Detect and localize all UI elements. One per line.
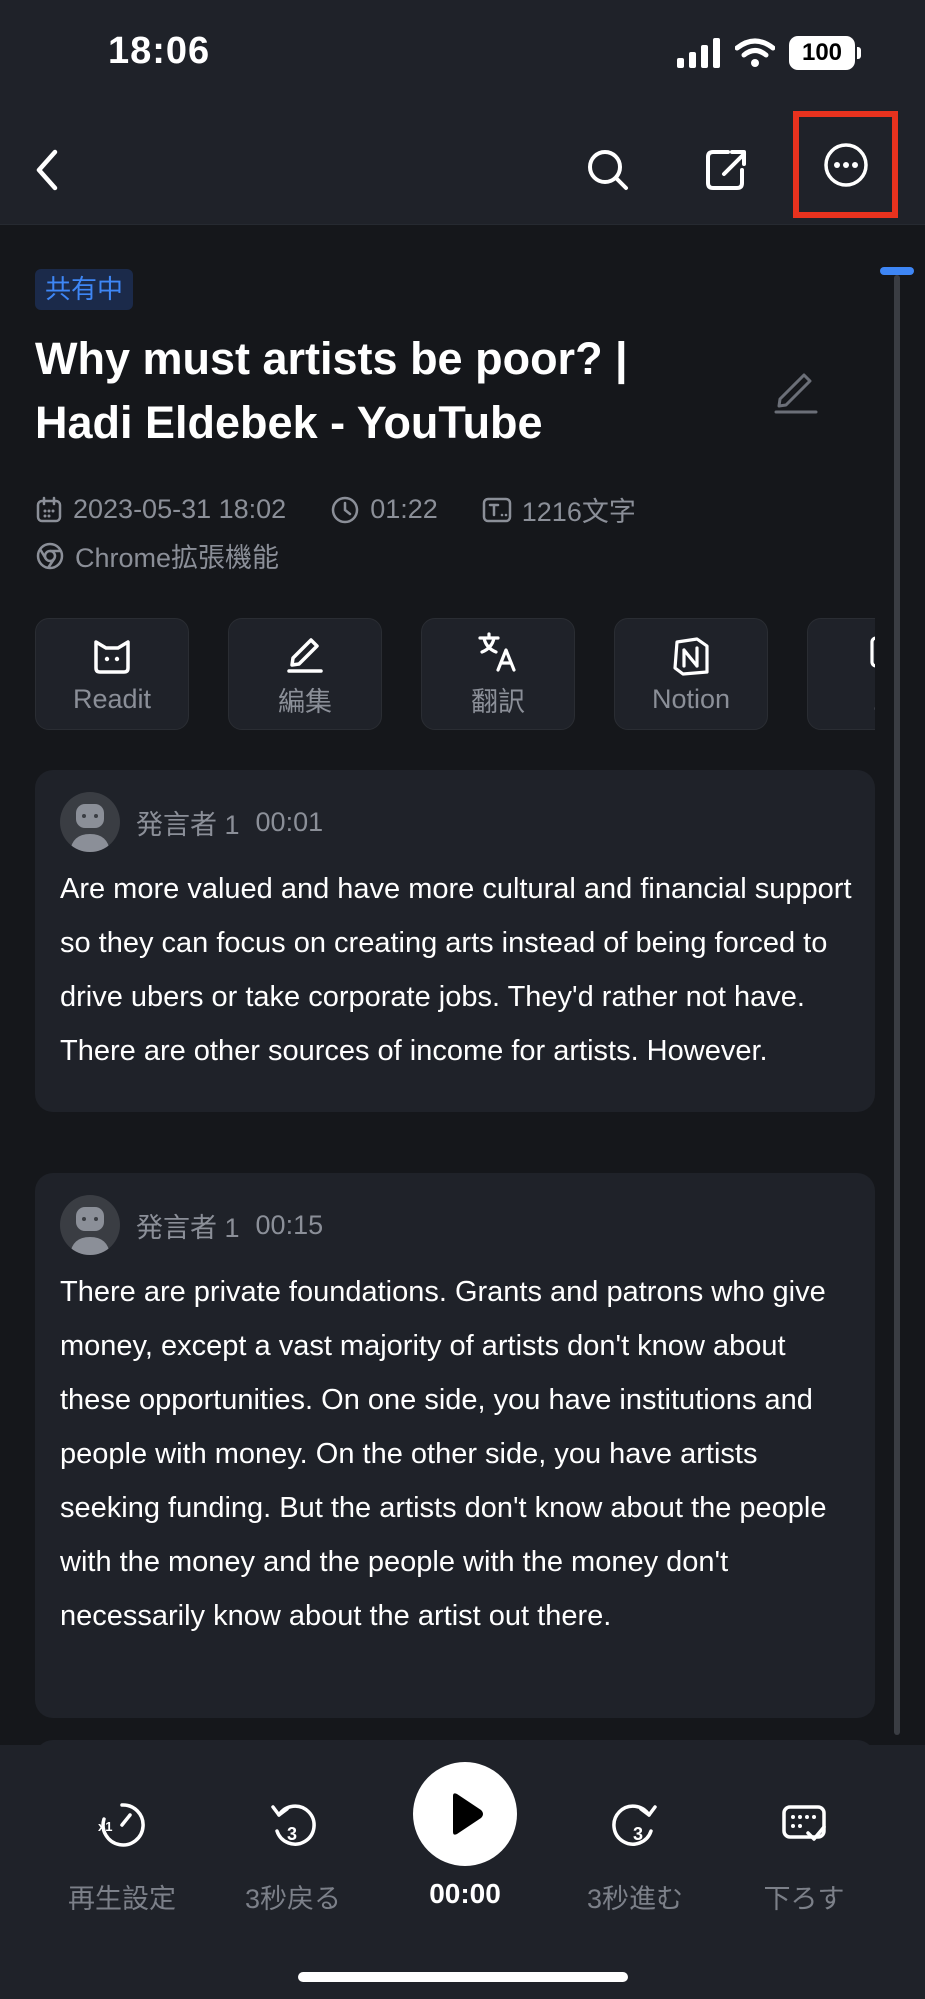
- screen: 18:06 100 共有中 Why must artists be poor? …: [0, 0, 925, 1999]
- source-text: Chrome拡張機能: [75, 543, 280, 573]
- action-buttons-row: Readit 編集 翻訳 Notion: [35, 618, 875, 730]
- edit-title-button[interactable]: [770, 363, 822, 415]
- speaker-row: 発言者 1 00:15: [60, 1195, 323, 1255]
- more-options-button[interactable]: [793, 111, 898, 218]
- readit-label: Readit: [72, 683, 152, 714]
- metadata-row: 2023-05-31 18:02 01:22 1216文字: [35, 490, 636, 529]
- source-row: Chrome拡張機能: [35, 536, 279, 575]
- play-button[interactable]: [413, 1762, 517, 1866]
- transcript-card[interactable]: 発言者 1 00:15 There are private foundation…: [35, 1173, 875, 1718]
- share-button[interactable]: [686, 130, 766, 210]
- duration-meta: 01:22: [330, 494, 438, 525]
- speaker-row: 発言者 1 00:01: [60, 792, 323, 852]
- pencil-icon: [774, 373, 818, 414]
- forward-button[interactable]: 3 3秒進む: [555, 1795, 715, 1916]
- transcript-text: There are private foundations. Grants an…: [60, 1276, 827, 1632]
- edit-label: 編集: [278, 686, 332, 717]
- rewind-label: 3秒戻る: [244, 1884, 342, 1914]
- document-title: Why must artists be poor? | Hadi Eldebek…: [35, 333, 628, 448]
- search-icon: [588, 150, 628, 190]
- forward-seconds: 3: [633, 1824, 643, 1844]
- playback-settings-button[interactable]: x1 再生設定: [42, 1795, 202, 1916]
- readit-icon: [94, 639, 130, 674]
- chevron-left-icon: [36, 149, 58, 191]
- cellular-signal-icon: [677, 38, 720, 68]
- collapse-player-icon: [782, 1805, 826, 1841]
- status-bar: 18:06 100: [0, 0, 925, 110]
- copy-icon: [870, 635, 875, 668]
- speaker-timestamp[interactable]: 00:15: [256, 1210, 324, 1241]
- char-count-text: 1216文字: [521, 497, 636, 527]
- fast-forward-icon: 3: [612, 1804, 657, 1846]
- notion-icon: [673, 636, 709, 676]
- user-avatar-icon: [70, 1207, 110, 1255]
- status-time: 18:06: [108, 30, 211, 72]
- source-meta: Chrome拡張機能: [35, 536, 279, 575]
- speaker-timestamp[interactable]: 00:01: [256, 807, 324, 838]
- nav-bar: [0, 110, 925, 225]
- more-horizontal-icon: [823, 142, 868, 187]
- chrome-icon: [36, 542, 64, 569]
- search-button[interactable]: [568, 130, 648, 210]
- status-icons: 100: [677, 36, 861, 70]
- play-icon: [453, 1793, 483, 1835]
- speaker-avatar: [60, 792, 120, 852]
- translate-button[interactable]: 翻訳: [421, 618, 575, 730]
- scrollbar-track[interactable]: [894, 275, 900, 1735]
- speaker-name: 発言者 1: [136, 1212, 240, 1243]
- date-meta: 2023-05-31 18:02: [35, 494, 286, 525]
- speed-badge: x1: [98, 1819, 112, 1834]
- content-area[interactable]: 共有中 Why must artists be poor? | Hadi Eld…: [0, 225, 925, 1745]
- collapse-label: 下ろす: [763, 1884, 845, 1914]
- notion-label: Notion: [651, 683, 731, 714]
- speaker-name: 発言者 1: [136, 809, 240, 840]
- scrollbar-thumb[interactable]: [880, 267, 914, 275]
- forward-label: 3秒進む: [586, 1884, 684, 1914]
- translate-icon: [478, 631, 516, 672]
- duration-text: 01:22: [370, 494, 438, 524]
- battery-indicator: 100: [789, 36, 861, 70]
- home-indicator[interactable]: [298, 1972, 628, 1982]
- copy-button[interactable]: コ: [807, 618, 875, 730]
- edit-pencil-icon: [287, 637, 323, 673]
- rewind-button[interactable]: 3 3秒戻る: [213, 1795, 373, 1916]
- transcript-text: Are more valued and have more cultural a…: [60, 873, 852, 1067]
- wifi-icon: [735, 38, 775, 67]
- audio-player-bar: x1 再生設定 3 3秒戻る 00:00 3 3秒進む 下ろす: [0, 1745, 925, 1999]
- notion-button[interactable]: Notion: [614, 618, 768, 730]
- date-text: 2023-05-31 18:02: [73, 494, 287, 524]
- current-time: 00:00: [429, 1878, 501, 1909]
- calendar-icon: [36, 496, 62, 522]
- text-count-icon: [482, 497, 512, 522]
- transcript-card[interactable]: 発言者 1 00:01 Are more valued and have mor…: [35, 770, 875, 1112]
- copy-label: コ: [871, 680, 876, 719]
- char-count-meta: 1216文字: [482, 490, 636, 529]
- share-icon: [706, 150, 746, 190]
- playback-settings-label: 再生設定: [68, 1884, 176, 1914]
- readit-button[interactable]: Readit: [35, 618, 189, 730]
- edit-button[interactable]: 編集: [228, 618, 382, 730]
- collapse-button[interactable]: 下ろす: [724, 1795, 884, 1916]
- translate-label: 翻訳: [471, 686, 525, 717]
- clock-icon: [331, 496, 359, 523]
- playback-speed-icon: x1: [98, 1803, 145, 1847]
- rewind-seconds: 3: [287, 1824, 297, 1844]
- user-avatar-icon: [70, 804, 110, 852]
- speaker-avatar: [60, 1195, 120, 1255]
- back-button[interactable]: [8, 130, 88, 210]
- sharing-status-badge: 共有中: [35, 269, 134, 310]
- rewind-icon: 3: [271, 1804, 316, 1846]
